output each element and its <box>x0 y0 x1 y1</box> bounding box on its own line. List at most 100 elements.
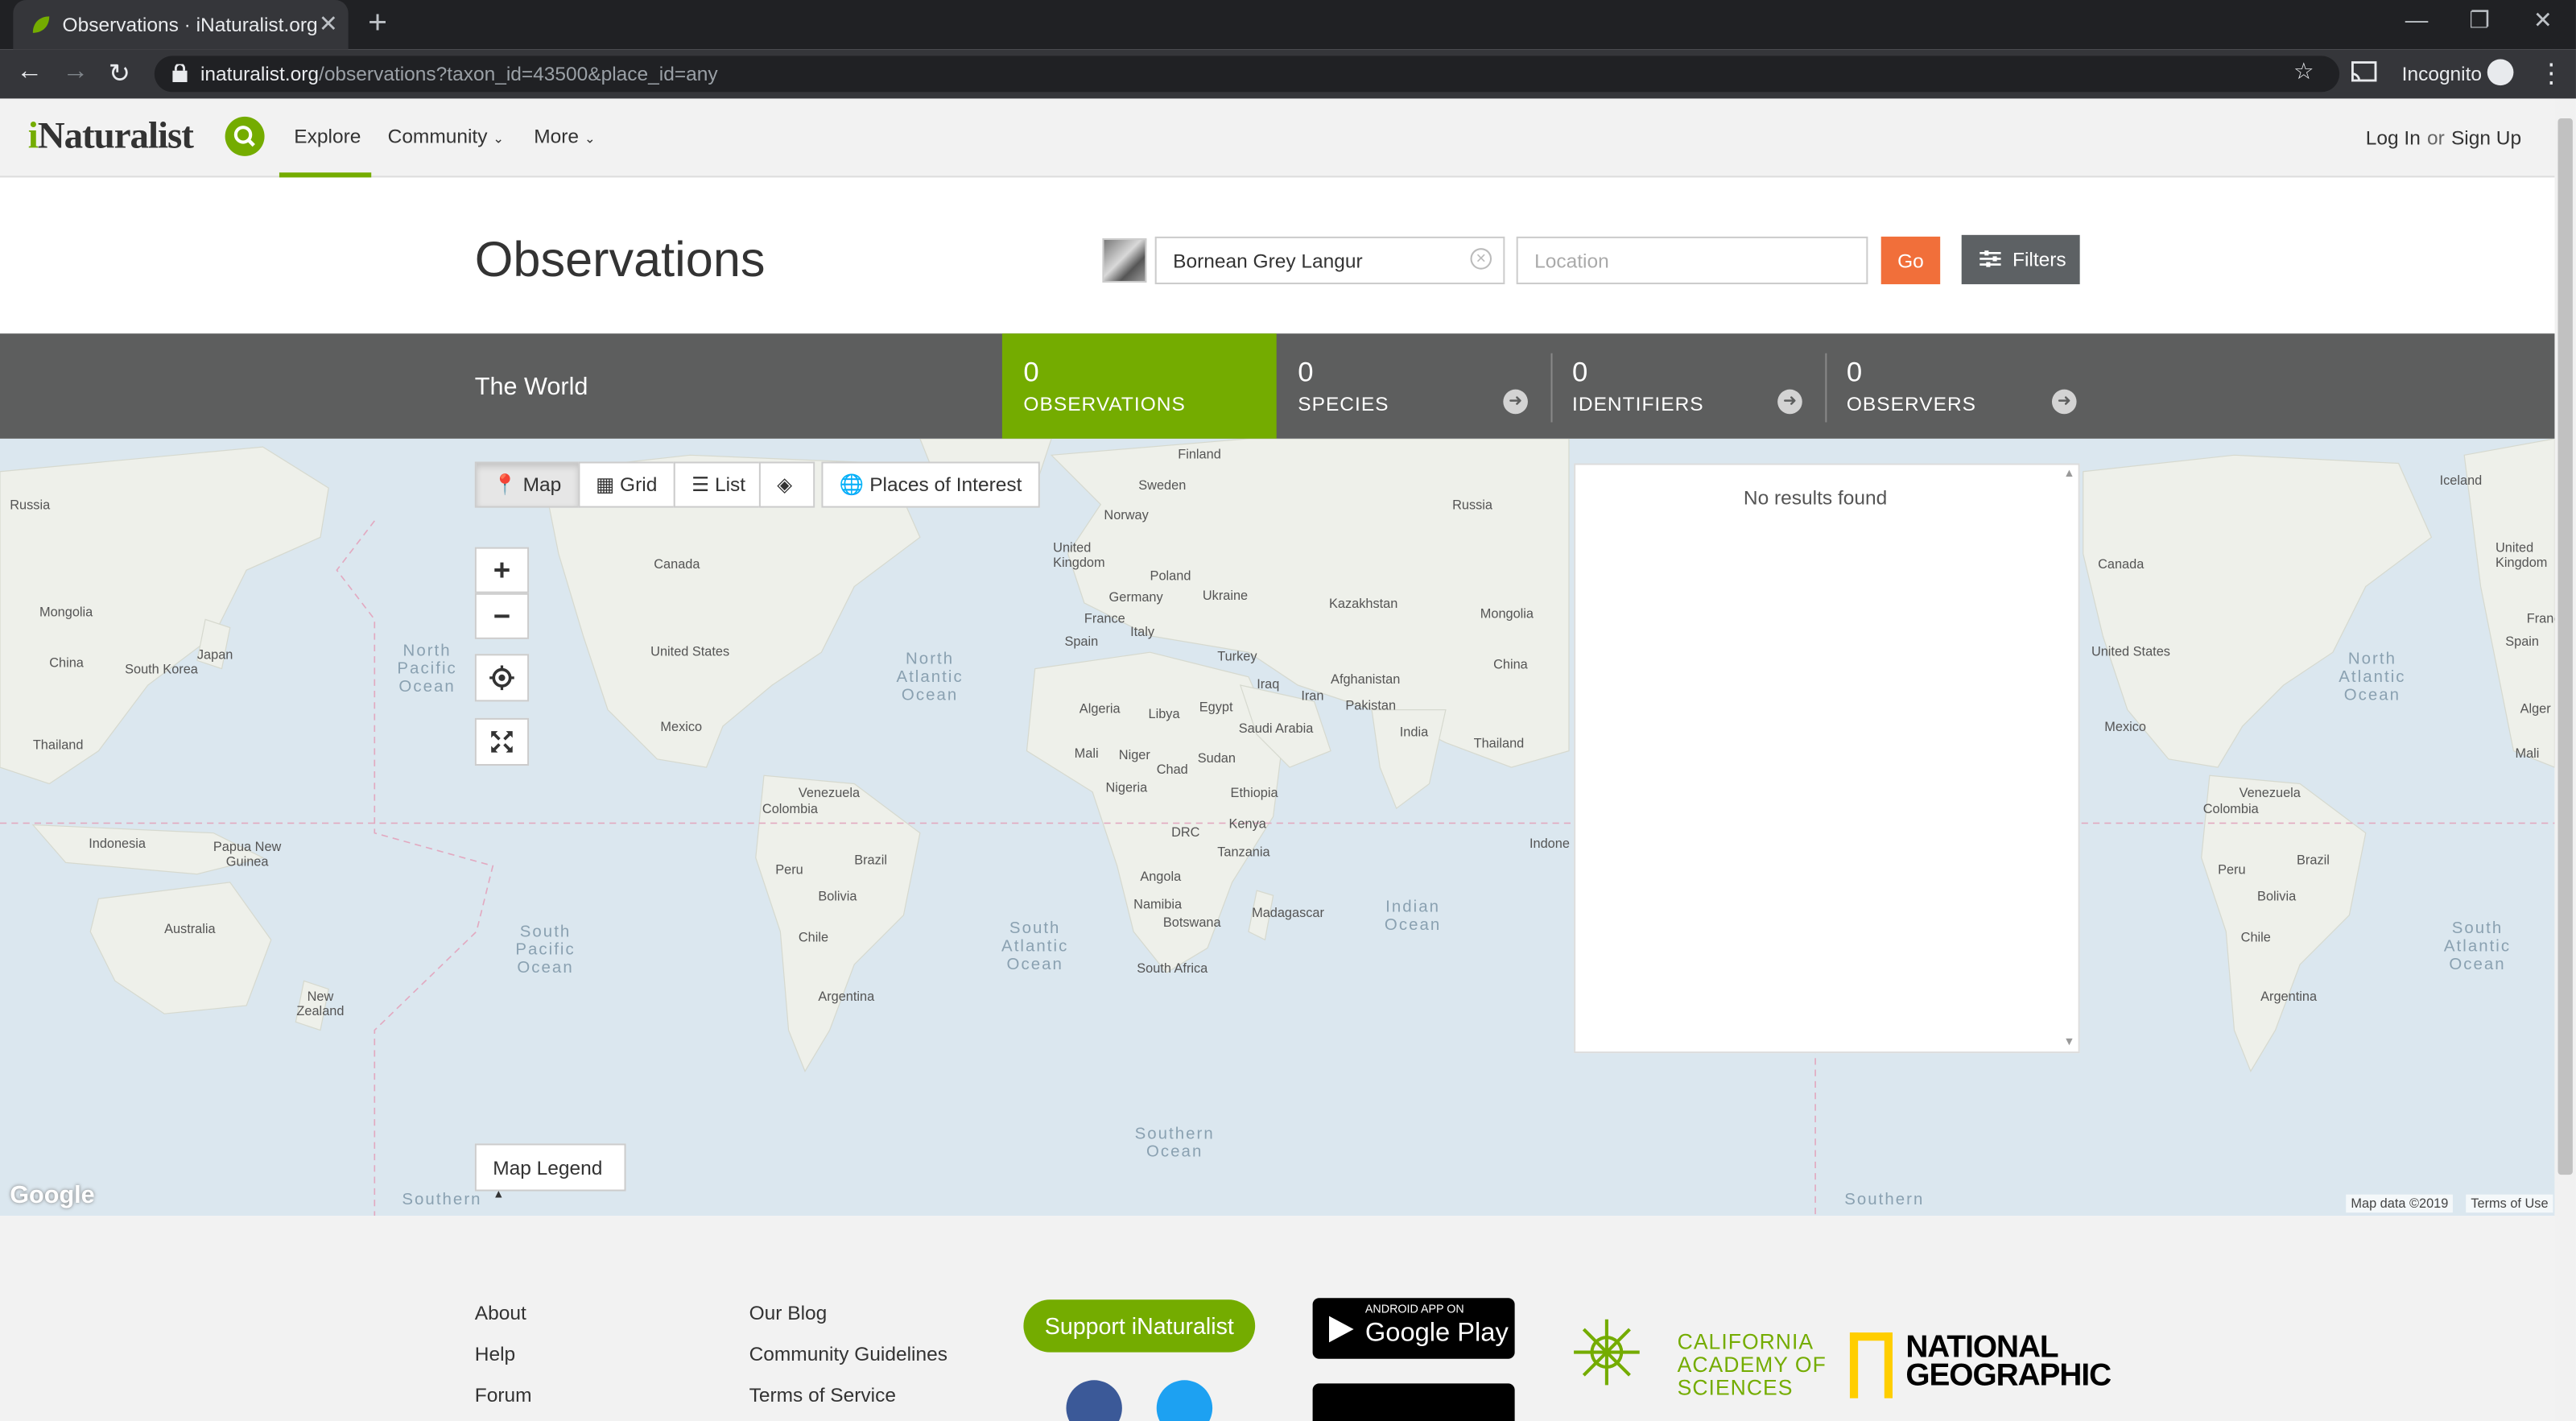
address-bar[interactable]: inaturalist.org/observations?taxon_id=43… <box>154 56 2340 93</box>
signup-link[interactable]: Sign Up <box>2451 126 2521 150</box>
footer-link-blog[interactable]: Our Blog <box>749 1301 828 1324</box>
terms-of-use-link[interactable]: Terms of Use <box>2466 1194 2553 1213</box>
footer-link-guidelines[interactable]: Community Guidelines <box>749 1342 947 1365</box>
observations-map[interactable]: Russia Mongolia China South Korea Japan … <box>0 438 2555 1217</box>
map-label: New Zealand <box>296 989 345 1019</box>
current-location-button[interactable] <box>474 654 530 702</box>
layers-icon: ◈ <box>777 473 793 497</box>
globe-icon: 🌐 <box>839 473 865 497</box>
arrow-right-icon[interactable]: ➜ <box>1777 389 1802 415</box>
map-label: China <box>1493 657 1528 672</box>
fullscreen-button[interactable] <box>474 717 530 766</box>
zoom-out-button[interactable]: − <box>474 593 530 639</box>
or-text: or <box>2427 126 2445 150</box>
cal-academy-logo-icon[interactable] <box>1572 1318 1641 1387</box>
active-nav-indicator <box>279 172 372 178</box>
cast-icon[interactable] <box>2351 61 2377 85</box>
forward-icon[interactable]: → <box>63 57 89 87</box>
map-label: Mali <box>2515 746 2540 761</box>
footer-link-forum[interactable]: Forum <box>475 1383 532 1407</box>
map-view-button[interactable]: 📍 Map <box>474 461 580 508</box>
land-south-america-right <box>2201 775 2367 1072</box>
map-label: Peru <box>2218 862 2246 878</box>
stat-label: IDENTIFIERS <box>1572 392 1704 416</box>
cas-line: CALIFORNIA <box>1677 1329 1814 1354</box>
app-store-badge[interactable] <box>1312 1383 1515 1421</box>
layers-button[interactable]: ◈ <box>758 461 815 508</box>
minimize-icon[interactable]: — <box>2405 6 2429 33</box>
location-input[interactable] <box>1516 236 1868 285</box>
map-label: South Africa <box>1137 960 1208 977</box>
map-marker-icon: 📍 <box>493 473 518 497</box>
close-window-icon[interactable]: ✕ <box>2533 6 2553 35</box>
stat-observations[interactable]: 0 OBSERVATIONS <box>1001 333 1277 439</box>
browser-toolbar: ← → ↻ inaturalist.org/observations?taxon… <box>0 49 2576 99</box>
map-label: Mongolia <box>1480 606 1534 622</box>
search-icon <box>233 126 255 147</box>
zoom-in-button[interactable]: + <box>474 547 530 593</box>
map-label: Brazil <box>854 853 888 868</box>
arrow-right-icon[interactable]: ➜ <box>2051 389 2077 415</box>
map-label: Thailand <box>32 737 84 753</box>
no-results-text: No results found <box>1743 486 1888 510</box>
browser-tab[interactable]: Observations · iNaturalist.org ✕ <box>13 0 349 50</box>
legend-label: Map Legend <box>493 1156 603 1180</box>
incognito-icon[interactable] <box>2487 59 2514 86</box>
tab-title: Observations · iNaturalist.org <box>62 13 318 36</box>
ocean-label: South Pacific Ocean <box>515 923 576 978</box>
map-label: Norway <box>1104 507 1149 523</box>
stat-observers[interactable]: 0 OBSERVERS ➜ <box>1825 333 2099 439</box>
map-label: Madagascar <box>1252 905 1324 920</box>
site-search-button[interactable] <box>225 116 265 156</box>
facebook-icon[interactable] <box>1066 1380 1122 1421</box>
nav-community[interactable]: Community ⌄ <box>388 125 504 148</box>
ocean-label: Indian Ocean <box>1384 898 1442 936</box>
google-play-badge[interactable]: ANDROID APP ON Google Play <box>1312 1298 1515 1359</box>
gplay-big-text: Google Play <box>1364 1319 1509 1348</box>
url-text: inaturalist.org/observations?taxon_id=43… <box>200 63 718 86</box>
scroll-down-icon[interactable]: ▼ <box>2063 1037 2074 1048</box>
scroll-up-icon[interactable]: ▲ <box>2063 469 2074 480</box>
stat-identifiers[interactable]: 0 IDENTIFIERS ➜ <box>1551 333 1826 439</box>
taxon-search-input[interactable]: Bornean Grey Langur <box>1154 236 1505 285</box>
login-link[interactable]: Log In <box>2366 126 2421 150</box>
map-legend-button[interactable]: Map Legend ▲ <box>474 1143 626 1201</box>
close-tab-icon[interactable]: ✕ <box>319 10 338 38</box>
support-inaturalist-button[interactable]: Support iNaturalist <box>1023 1299 1256 1353</box>
reload-icon[interactable]: ↻ <box>109 57 130 90</box>
inaturalist-logo[interactable]: iNaturalist <box>28 115 194 158</box>
go-button[interactable]: Go <box>1880 236 1941 285</box>
footer-link-help[interactable]: Help <box>475 1342 515 1365</box>
grid-view-button[interactable]: ▦ Grid <box>577 461 675 508</box>
stat-species[interactable]: 0 SPECIES ➜ <box>1277 333 1551 439</box>
sliders-icon <box>1979 250 2001 267</box>
filters-button[interactable]: Filters <box>1961 234 2080 285</box>
google-logo[interactable]: Google <box>10 1181 94 1209</box>
map-label: Iceland <box>2439 473 2483 489</box>
nav-explore[interactable]: Explore <box>294 125 361 148</box>
arrow-right-icon[interactable]: ➜ <box>1503 389 1528 415</box>
map-label: Libya <box>1148 706 1180 721</box>
map-label: Venezuela <box>798 785 861 800</box>
back-icon[interactable]: ← <box>16 57 43 87</box>
new-tab-icon[interactable]: + <box>368 5 387 43</box>
clear-taxon-icon[interactable]: ✕ <box>1470 248 1492 270</box>
map-label: Ukraine <box>1202 588 1249 603</box>
twitter-icon[interactable] <box>1156 1380 1213 1421</box>
map-label: Poland <box>1150 568 1191 584</box>
bookmark-star-icon[interactable]: ☆ <box>2293 57 2314 85</box>
list-view-button[interactable]: ☰ List <box>673 461 764 508</box>
footer-link-terms[interactable]: Terms of Service <box>749 1383 896 1407</box>
natgeo-text[interactable]: NATIONAL GEOGRAPHIC <box>1905 1332 2112 1391</box>
cas-line: SCIENCES <box>1677 1375 1794 1400</box>
page-scrollbar-thumb[interactable] <box>2557 118 2573 1175</box>
footer-link-about[interactable]: About <box>475 1301 526 1324</box>
map-label: Thailand <box>1473 736 1525 751</box>
nav-more[interactable]: More ⌄ <box>534 125 595 148</box>
stat-count: 0 <box>1846 356 1863 388</box>
stats-bar: The World 0 OBSERVATIONS 0 SPECIES ➜ 0 I… <box>0 333 2555 439</box>
places-of-interest-button[interactable]: 🌐 Places of Interest <box>821 461 1040 508</box>
footer: About Help Forum Our Blog Community Guid… <box>0 1216 2555 1421</box>
restore-icon[interactable]: ❐ <box>2469 6 2490 35</box>
browser-menu-icon[interactable]: ⋮ <box>2538 57 2565 90</box>
